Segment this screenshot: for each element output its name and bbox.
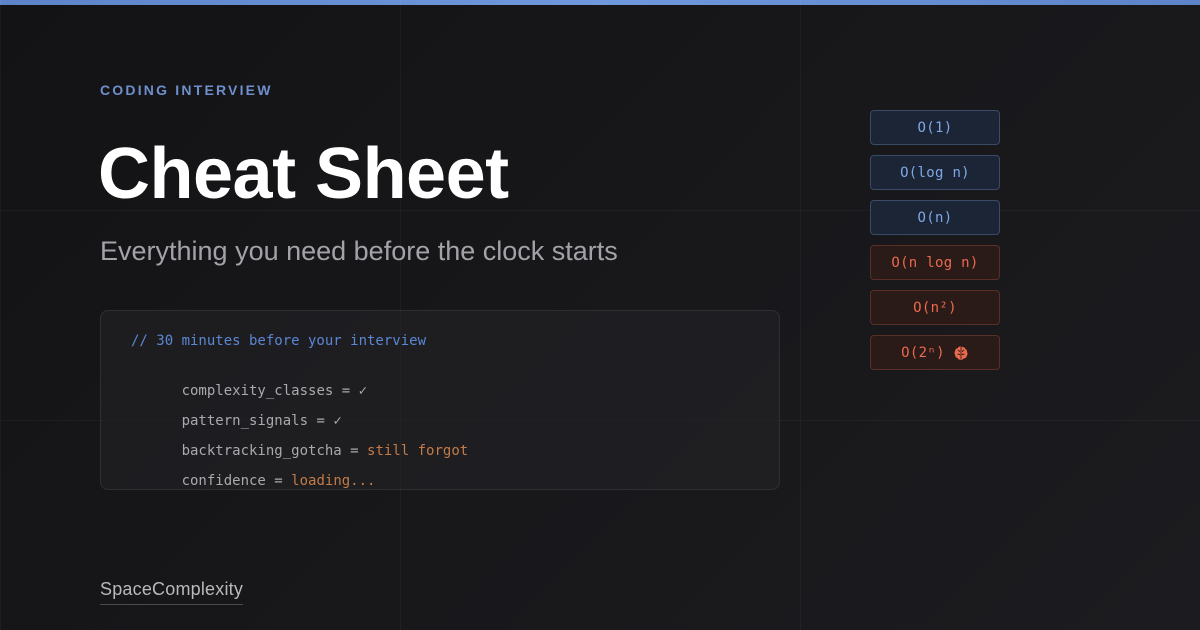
complexity-label: O(log n): [900, 164, 970, 181]
code-key: complexity_classes: [181, 383, 334, 399]
complexity-chip-linearithmic: O(n log n): [870, 245, 1000, 280]
complexity-label: O(2ⁿ): [901, 344, 945, 361]
check-icon: ✓: [333, 413, 342, 429]
top-accent-bar: [0, 0, 1200, 5]
code-key: backtracking_gotcha: [181, 443, 342, 459]
complexity-chip-list: O(1) O(log n) O(n) O(n log n) O(n²) O(2ⁿ…: [870, 110, 1000, 380]
page-subtitle: Everything you need before the clock sta…: [100, 236, 618, 266]
code-comment: // 30 minutes before your interview: [131, 333, 427, 349]
complexity-label: O(1): [917, 119, 953, 136]
brand-name: SpaceComplexity: [100, 578, 244, 605]
complexity-label: O(n²): [913, 299, 957, 316]
grid-line: [0, 0, 1, 630]
check-icon: ✓: [358, 383, 368, 399]
code-operator: =: [308, 413, 334, 429]
complexity-chip-exponential: O(2ⁿ): [870, 335, 1000, 370]
complexity-label: O(n log n): [891, 254, 979, 271]
code-operator: =: [333, 383, 359, 399]
grid-line: [800, 0, 801, 630]
code-operator: =: [265, 473, 292, 489]
complexity-label: O(n): [917, 209, 953, 226]
code-operator: =: [341, 443, 368, 459]
brain-icon: [953, 345, 969, 361]
code-line-complexity-classes: complexity_classes = ✓: [131, 361, 749, 399]
code-loading-value: loading...: [291, 473, 376, 489]
complexity-chip-constant: O(1): [870, 110, 1000, 145]
code-key: pattern_signals: [181, 413, 309, 429]
complexity-chip-quadratic: O(n²): [870, 290, 1000, 325]
code-key: confidence: [181, 473, 266, 489]
section-eyebrow: CODING INTERVIEW: [100, 82, 273, 98]
complexity-chip-logarithmic: O(log n): [870, 155, 1000, 190]
page-title: Cheat Sheet: [98, 134, 509, 214]
code-warning-value: still forgot: [367, 443, 469, 459]
cheat-sheet-banner: CODING INTERVIEW Cheat Sheet Everything …: [0, 0, 1200, 630]
code-panel: // 30 minutes before your interview comp…: [100, 310, 780, 490]
complexity-chip-linear: O(n): [870, 200, 1000, 235]
